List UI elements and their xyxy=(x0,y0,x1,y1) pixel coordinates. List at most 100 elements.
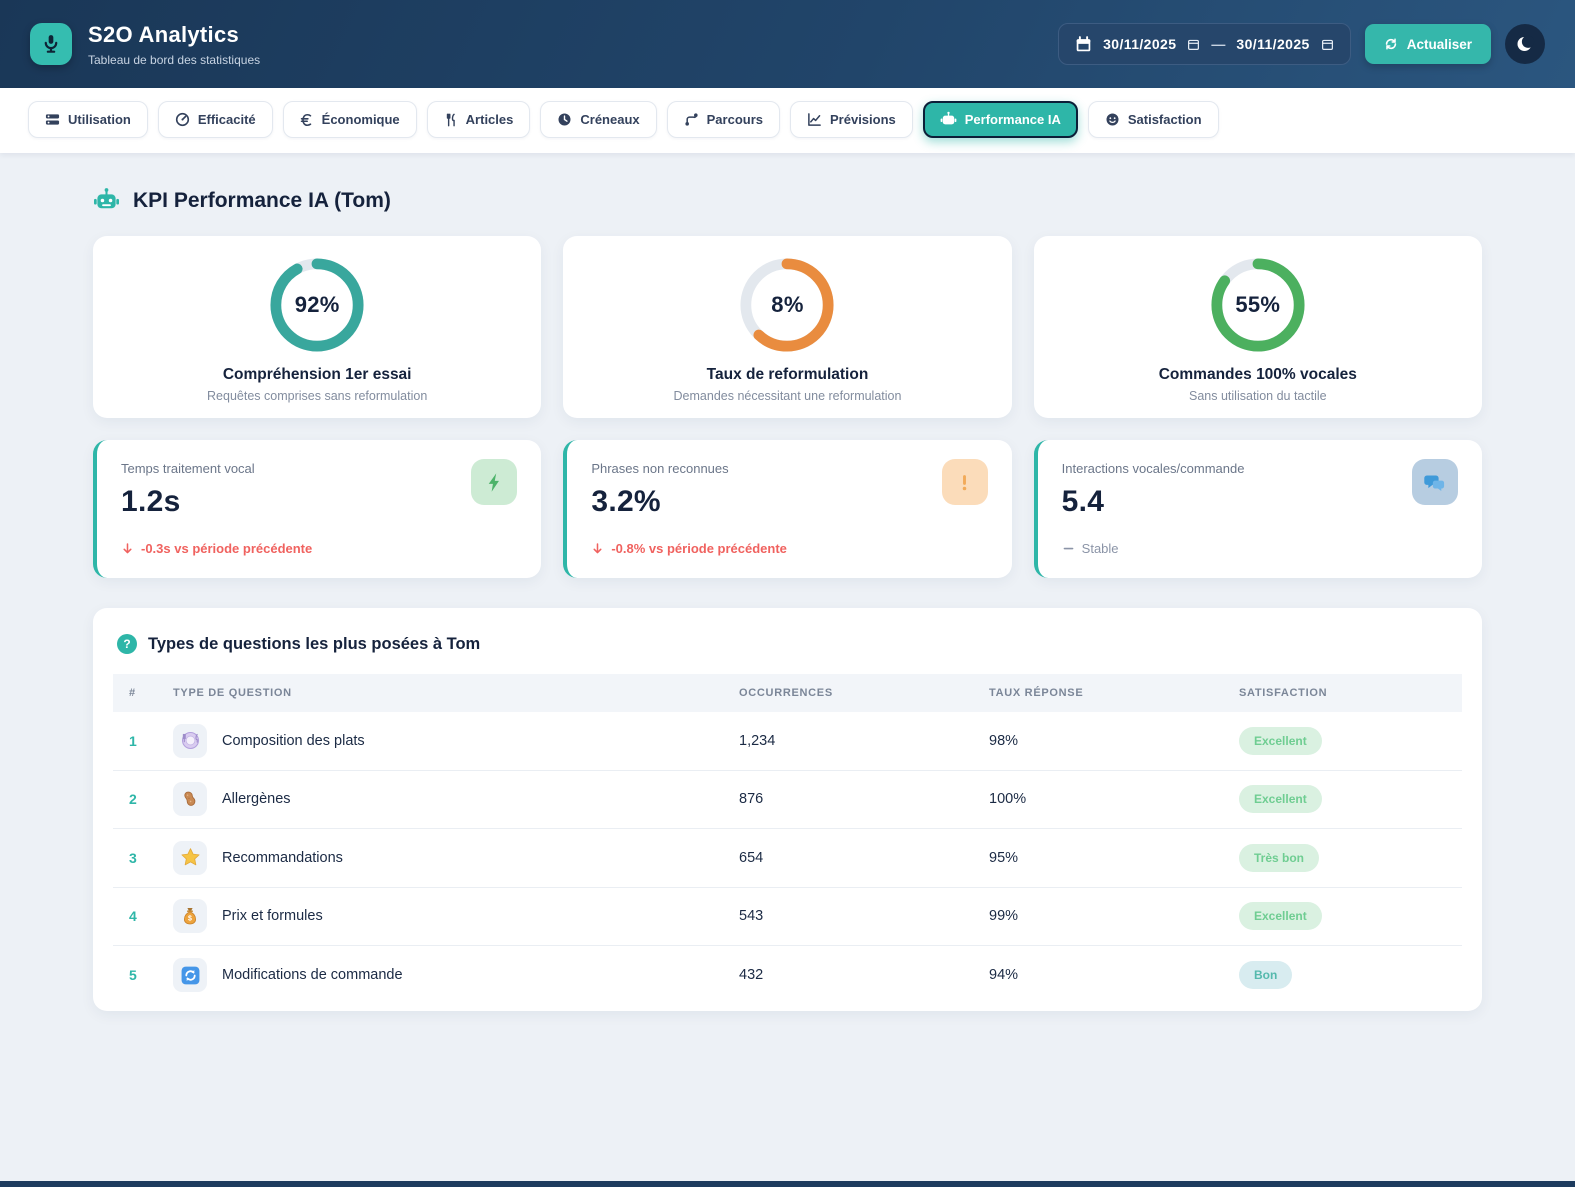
tab-cr-neaux[interactable]: Créneaux xyxy=(540,101,657,138)
occurrences-value: 1,234 xyxy=(739,732,776,749)
occurrences-value: 432 xyxy=(739,967,764,984)
table-row: 1 Composition des plats 1,234 98% Excellent xyxy=(113,712,1462,771)
page-title: KPI Performance IA (Tom) xyxy=(93,187,1482,214)
calendar-picker-icon[interactable] xyxy=(1187,38,1200,51)
satisfaction-badge: Excellent xyxy=(1239,785,1322,814)
peanut-icon xyxy=(180,789,200,809)
donut-value: 55% xyxy=(1235,292,1281,317)
app-subtitle: Tableau de bord des statistiques xyxy=(88,52,261,67)
calendar-picker-icon[interactable] xyxy=(1321,38,1334,51)
column-header: TYPE DE QUESTION xyxy=(173,687,292,699)
tab-performance-ia[interactable]: Performance IA xyxy=(922,101,1078,138)
donut-chart: 55% xyxy=(1209,256,1307,354)
alert-icon xyxy=(954,472,975,493)
refresh-icon xyxy=(180,965,201,986)
table-row: 2 Allergènes 876 100% Excellent xyxy=(113,771,1462,829)
refresh-arrows-icon xyxy=(1384,37,1398,51)
satisfaction-badge: Bon xyxy=(1239,961,1293,990)
stat-card-3: Interactions vocales/commande 5.4 Stable xyxy=(1033,440,1482,578)
row-rank: 5 xyxy=(129,967,137,984)
tab-label: Prévisions xyxy=(830,112,896,127)
kpi-subtitle: Demandes nécessitant une reformulation xyxy=(673,389,902,403)
stat-label: Interactions vocales/commande xyxy=(1061,461,1245,476)
tab-parcours[interactable]: Parcours xyxy=(666,101,780,138)
stat-trend: -0.3s vs période précédente xyxy=(121,541,517,556)
gauge-icon xyxy=(175,112,190,127)
question-type-tile: $ xyxy=(173,899,207,934)
moon-icon xyxy=(1515,34,1535,54)
tab-bar: Utilisation Efficacité Économique Articles C… xyxy=(0,88,1575,153)
calendar-icon xyxy=(1075,35,1092,53)
smiley-icon xyxy=(1105,112,1120,127)
table-row: 4 $ Prix et formules 543 99% Excellent xyxy=(113,888,1462,946)
taux-reponse-value: 99% xyxy=(989,908,1019,925)
app-title: S2O Analytics xyxy=(88,21,240,47)
page-title-text: KPI Performance IA (Tom) xyxy=(133,188,391,212)
question-type-label: Composition des plats xyxy=(222,732,365,749)
donut-value: 8% xyxy=(771,292,804,317)
tab-satisfaction[interactable]: Satisfaction xyxy=(1087,101,1219,138)
kpi-title: Taux de reformulation xyxy=(706,366,869,383)
question-type-tile xyxy=(173,958,207,993)
occurrences-value: 876 xyxy=(739,791,764,808)
kpi-subtitle: Sans utilisation du tactile xyxy=(1189,389,1327,403)
question-type-label: Modifications de commande xyxy=(222,967,403,984)
column-header: TAUX RÉPONSE xyxy=(989,687,1084,699)
app-logo xyxy=(30,23,72,65)
tab-label: Performance IA xyxy=(964,112,1061,127)
microphone-icon xyxy=(40,33,62,55)
star-icon xyxy=(180,847,201,868)
stat-trend: Stable xyxy=(1062,541,1458,556)
column-header: SATISFACTION xyxy=(1239,687,1328,699)
table-row: 5 Modifications de commande 432 94% Bon xyxy=(113,946,1462,1005)
table-title-text: Types de questions les plus posées à Tom xyxy=(148,634,481,653)
kpi-card-1: 92% Compréhension 1er essai Requêtes compr… xyxy=(93,236,542,418)
taux-reponse-value: 100% xyxy=(989,791,1027,808)
date-range-picker[interactable]: 30/11/2025 — 30/11/2025 xyxy=(1058,23,1351,65)
kpi-title: Commandes 100% vocales xyxy=(1158,366,1357,383)
satisfaction-badge: Très bon xyxy=(1239,843,1320,872)
tab-pr-visions[interactable]: Prévisions xyxy=(790,101,913,138)
question-type-label: Allergènes xyxy=(222,791,291,808)
plate-icon xyxy=(180,730,201,751)
tab-articles[interactable]: Articles xyxy=(426,101,531,138)
donut-chart: 8% xyxy=(738,256,836,354)
tab-label: Économique xyxy=(321,112,400,127)
date-separator: — xyxy=(1211,36,1226,52)
stat-trend: -0.8% vs période précédente xyxy=(591,541,987,556)
taux-reponse-value: 98% xyxy=(989,732,1019,749)
robot-icon xyxy=(940,111,957,128)
question-type-tile xyxy=(173,782,207,817)
table-header-row: # TYPE DE QUESTION OCCURRENCES TAUX RÉPONSE… xyxy=(113,674,1462,712)
dark-mode-toggle[interactable] xyxy=(1505,24,1545,64)
route-icon xyxy=(684,112,699,127)
satisfaction-badge: Excellent xyxy=(1239,902,1322,931)
tab-label: Parcours xyxy=(706,112,763,127)
date-from-input[interactable]: 30/11/2025 xyxy=(1103,36,1176,52)
tab--conomique[interactable]: Économique xyxy=(282,101,417,138)
svg-text:$: $ xyxy=(188,916,192,923)
question-icon: ? xyxy=(117,634,137,654)
date-to-input[interactable]: 30/11/2025 xyxy=(1236,36,1309,52)
tab-label: Articles xyxy=(465,112,514,127)
satisfaction-badge: Excellent xyxy=(1239,726,1322,755)
stat-icon-tile xyxy=(1411,459,1458,505)
occurrences-value: 654 xyxy=(739,849,764,866)
tab-label: Satisfaction xyxy=(1127,112,1202,127)
clock-icon xyxy=(557,112,572,127)
tab-efficacit-[interactable]: Efficacité xyxy=(157,101,273,138)
euro-icon xyxy=(300,113,314,127)
refresh-button[interactable]: Actualiser xyxy=(1364,24,1491,64)
bolt-icon xyxy=(484,472,505,493)
stat-card-1: Temps traitement vocal 1.2s -0.3s vs pério… xyxy=(93,440,542,578)
moneybag-icon: $ xyxy=(180,906,200,926)
kpi-card-3: 55% Commandes 100% vocales Sans utilisatio… xyxy=(1033,236,1482,418)
bars-icon xyxy=(45,112,60,127)
stat-value: 3.2% xyxy=(591,485,661,518)
table-body: 1 Composition des plats 1,234 98% Excellent 2… xyxy=(113,712,1462,1005)
row-rank: 3 xyxy=(129,849,137,866)
stat-label: Phrases non reconnues xyxy=(591,461,729,476)
tab-utilisation[interactable]: Utilisation xyxy=(28,101,148,138)
cutlery-icon xyxy=(444,113,458,127)
refresh-button-label: Actualiser xyxy=(1406,36,1472,52)
